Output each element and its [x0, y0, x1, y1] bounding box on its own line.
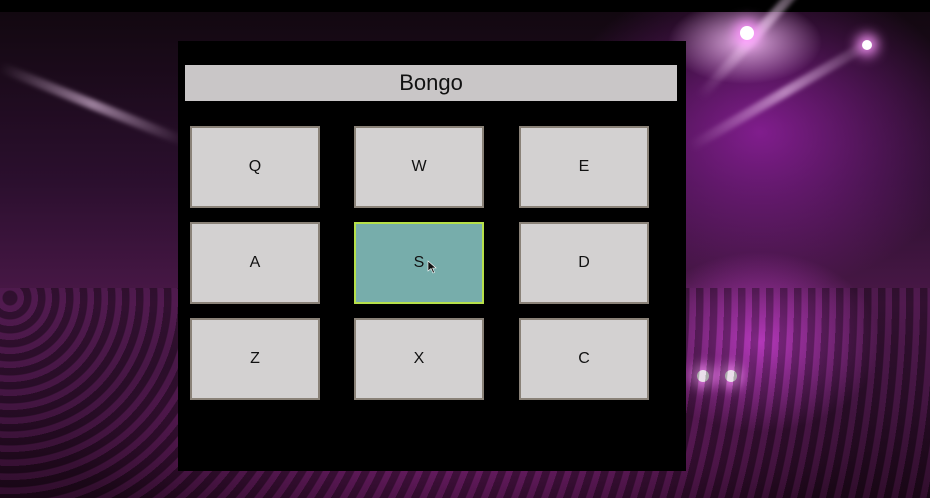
pad-label: A	[249, 254, 261, 271]
pad-x[interactable]: X	[354, 318, 484, 400]
light-beam	[687, 32, 884, 152]
pad-label: C	[578, 350, 590, 367]
app-title: Bongo	[185, 65, 677, 101]
pad-label: W	[411, 158, 427, 175]
pad-label: D	[578, 254, 590, 271]
stage-light	[862, 40, 872, 50]
light-beam	[0, 62, 188, 147]
pad-z[interactable]: Z	[190, 318, 320, 400]
pad-s[interactable]: S	[354, 222, 484, 304]
bongo-app-panel: Bongo Q W E A S D Z X C	[178, 41, 686, 471]
pad-w[interactable]: W	[354, 126, 484, 208]
pad-a[interactable]: A	[190, 222, 320, 304]
pad-label: Z	[250, 350, 260, 367]
pad-label: Q	[248, 158, 262, 175]
pad-label: X	[413, 350, 425, 367]
pad-c[interactable]: C	[519, 318, 649, 400]
pad-q[interactable]: Q	[190, 126, 320, 208]
pad-e[interactable]: E	[519, 126, 649, 208]
mouse-pointer-icon	[427, 260, 437, 274]
pad-d[interactable]: D	[519, 222, 649, 304]
pad-label: S	[413, 254, 425, 271]
stage: Bongo Q W E A S D Z X C	[0, 0, 930, 498]
pad-label: E	[578, 158, 590, 175]
light-beam	[696, 0, 838, 101]
stage-light	[740, 26, 754, 40]
